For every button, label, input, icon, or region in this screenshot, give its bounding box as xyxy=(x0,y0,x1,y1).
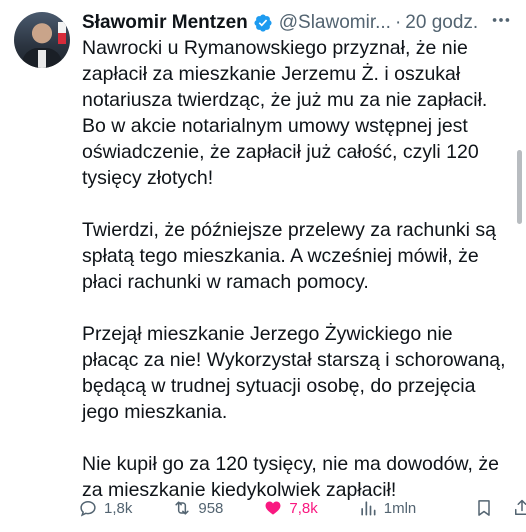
like-count: 7,8k xyxy=(289,499,318,517)
author-name[interactable]: Sławomir Mentzen xyxy=(82,12,248,34)
avatar[interactable] xyxy=(14,12,70,68)
repost-count: 958 xyxy=(198,499,224,517)
action-bar: 1,8k 958 7,8k 1mln xyxy=(78,494,526,522)
bookmark-icon[interactable] xyxy=(474,498,494,518)
tweet-text: Nawrocki u Rymanowskiego przyznał, że ni… xyxy=(82,35,510,503)
avatar-flag xyxy=(58,22,66,44)
verified-badge-icon xyxy=(254,14,272,32)
tweet-paragraph: Przejął mieszkanie Jerzego Żywickiego ni… xyxy=(82,323,506,423)
views-button[interactable]: 1mln xyxy=(358,498,417,518)
tweet-paragraph: Nawrocki u Rymanowskiego przyznał, że ni… xyxy=(82,37,488,189)
action-bar-right xyxy=(456,498,526,518)
views-count: 1mln xyxy=(383,499,417,517)
tweet-header: Sławomir Mentzen @Slawomir... · 20 godz. xyxy=(82,10,512,36)
reply-count: 1,8k xyxy=(104,499,133,517)
tweet-paragraph: Twierdzi, że późniejsze przelewy za rach… xyxy=(82,219,497,293)
author-handle[interactable]: @Slawomir... xyxy=(279,12,391,34)
heart-icon xyxy=(265,501,281,515)
scrollbar-thumb[interactable] xyxy=(517,150,522,224)
repost-icon xyxy=(175,501,189,515)
avatar-shirt xyxy=(38,50,46,68)
timestamp[interactable]: 20 godz. xyxy=(405,12,478,34)
more-options-icon[interactable] xyxy=(490,9,512,37)
share-icon[interactable] xyxy=(512,498,526,518)
reply-button[interactable]: 1,8k xyxy=(78,498,132,518)
separator-dot: · xyxy=(394,12,402,33)
reply-icon xyxy=(80,500,96,517)
like-button[interactable]: 7,8k xyxy=(263,498,318,518)
views-chart-icon xyxy=(361,501,376,516)
repost-button[interactable]: 958 xyxy=(172,498,223,518)
